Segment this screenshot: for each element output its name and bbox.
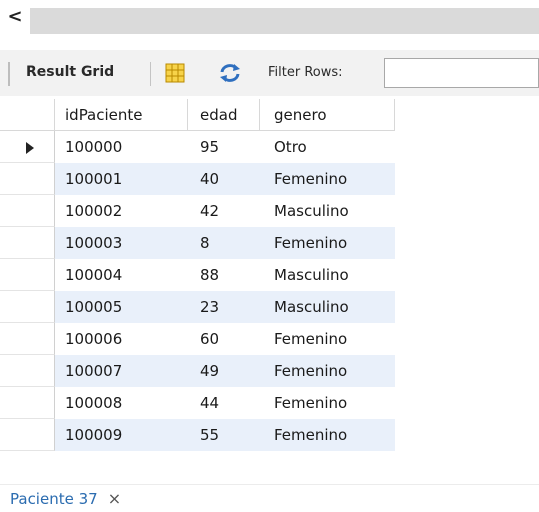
- row-indicator[interactable]: [0, 291, 55, 323]
- cell-genero[interactable]: Femenino: [260, 323, 395, 355]
- cell-idpaciente[interactable]: 100007: [55, 355, 188, 387]
- row-indicator-header: [0, 99, 55, 131]
- cell-genero[interactable]: Otro: [260, 131, 395, 163]
- scroll-left-arrow-icon[interactable]: <: [6, 6, 24, 28]
- cell-idpaciente[interactable]: 100000: [55, 131, 188, 163]
- table-row[interactable]: 100004 88 Masculino: [0, 259, 400, 291]
- result-grid: idPaciente edad genero 100000 95 Otro 10…: [0, 99, 400, 451]
- cell-genero[interactable]: Femenino: [260, 419, 395, 451]
- row-indicator[interactable]: [0, 259, 55, 291]
- table-row[interactable]: 100003 8 Femenino: [0, 227, 400, 259]
- cell-idpaciente[interactable]: 100004: [55, 259, 188, 291]
- row-indicator[interactable]: [0, 227, 55, 259]
- cell-idpaciente[interactable]: 100006: [55, 323, 188, 355]
- row-indicator[interactable]: [0, 163, 55, 195]
- table-row[interactable]: 100009 55 Femenino: [0, 419, 400, 451]
- cell-idpaciente[interactable]: 100002: [55, 195, 188, 227]
- cell-idpaciente[interactable]: 100008: [55, 387, 188, 419]
- filter-rows-input[interactable]: [384, 58, 539, 88]
- toolbar-separator: [150, 62, 151, 86]
- column-header-edad[interactable]: edad: [188, 99, 260, 131]
- refresh-icon[interactable]: [218, 62, 242, 84]
- current-row-pointer-icon: [26, 142, 34, 154]
- table-row[interactable]: 100001 40 Femenino: [0, 163, 400, 195]
- cell-genero[interactable]: Femenino: [260, 387, 395, 419]
- row-indicator[interactable]: [0, 195, 55, 227]
- cell-idpaciente[interactable]: 100001: [55, 163, 188, 195]
- cell-idpaciente[interactable]: 100005: [55, 291, 188, 323]
- row-indicator[interactable]: [0, 419, 55, 451]
- column-header-idpaciente[interactable]: idPaciente: [55, 99, 188, 131]
- table-row[interactable]: 100002 42 Masculino: [0, 195, 400, 227]
- grid-header-row: idPaciente edad genero: [0, 99, 400, 131]
- cell-edad[interactable]: 44: [188, 387, 260, 419]
- cell-edad[interactable]: 40: [188, 163, 260, 195]
- filter-rows-label: Filter Rows:: [268, 65, 343, 80]
- cell-genero[interactable]: Femenino: [260, 163, 395, 195]
- table-row[interactable]: 100007 49 Femenino: [0, 355, 400, 387]
- row-indicator[interactable]: [0, 323, 55, 355]
- close-icon[interactable]: ×: [108, 490, 121, 507]
- cell-edad[interactable]: 42: [188, 195, 260, 227]
- cell-genero[interactable]: Femenino: [260, 355, 395, 387]
- table-row[interactable]: 100008 44 Femenino: [0, 387, 400, 419]
- cell-idpaciente[interactable]: 100009: [55, 419, 188, 451]
- result-grid-button[interactable]: Result Grid: [26, 64, 114, 80]
- result-toolbar: Result Grid Filter Rows:: [0, 50, 539, 96]
- cell-edad[interactable]: 60: [188, 323, 260, 355]
- cell-genero[interactable]: Masculino: [260, 291, 395, 323]
- toolbar-grip: [8, 62, 10, 86]
- cell-edad[interactable]: 49: [188, 355, 260, 387]
- cell-edad[interactable]: 55: [188, 419, 260, 451]
- horizontal-scrollbar[interactable]: [30, 8, 539, 34]
- row-indicator[interactable]: [0, 355, 55, 387]
- cell-edad[interactable]: 95: [188, 131, 260, 163]
- cell-edad[interactable]: 8: [188, 227, 260, 259]
- tab-label[interactable]: Paciente 37: [10, 490, 98, 508]
- cell-idpaciente[interactable]: 100003: [55, 227, 188, 259]
- cell-genero[interactable]: Masculino: [260, 259, 395, 291]
- cell-genero[interactable]: Femenino: [260, 227, 395, 259]
- form-editor-icon[interactable]: [164, 62, 186, 84]
- cell-edad[interactable]: 23: [188, 291, 260, 323]
- cell-genero[interactable]: Masculino: [260, 195, 395, 227]
- table-row[interactable]: 100005 23 Masculino: [0, 291, 400, 323]
- result-tab-strip: Paciente 37 ×: [0, 484, 539, 512]
- result-scrollbar-top: <: [0, 0, 539, 34]
- cell-edad[interactable]: 88: [188, 259, 260, 291]
- table-row[interactable]: 100006 60 Femenino: [0, 323, 400, 355]
- row-indicator[interactable]: [0, 387, 55, 419]
- table-row[interactable]: 100000 95 Otro: [0, 131, 400, 163]
- tab-paciente-37[interactable]: Paciente 37 ×: [0, 485, 131, 512]
- column-header-genero[interactable]: genero: [260, 99, 395, 131]
- row-indicator[interactable]: [0, 131, 55, 163]
